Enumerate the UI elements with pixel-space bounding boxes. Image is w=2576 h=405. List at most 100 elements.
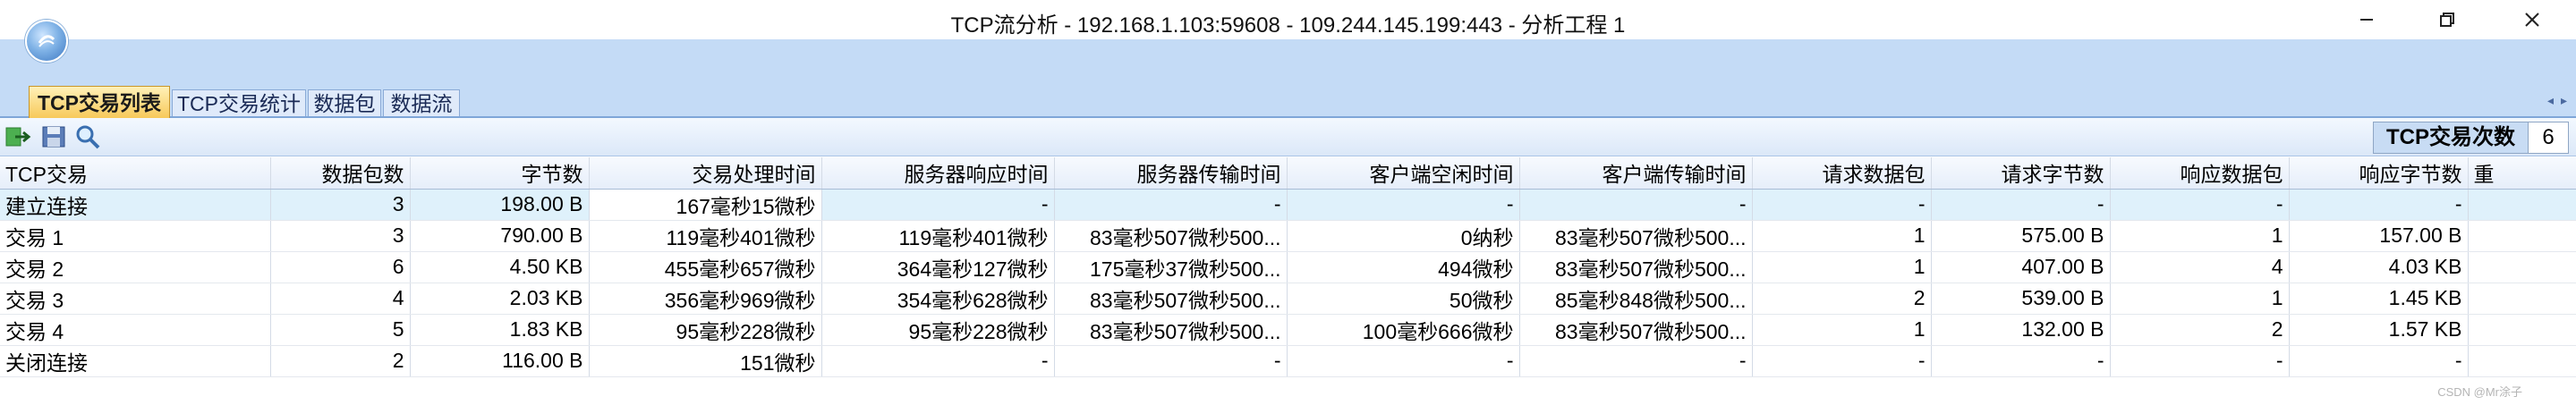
table-cell: 1.83 KB [410, 314, 590, 346]
table-cell: 83毫秒507微秒500... [1054, 283, 1288, 315]
table-cell: 95毫秒228微秒 [589, 314, 822, 346]
ribbon-area [0, 39, 2576, 86]
table-cell: 175毫秒37微秒500... [1054, 251, 1288, 283]
table-cell: 132.00 B [1931, 314, 2111, 346]
table-cell [2468, 283, 2576, 315]
table-cell: - [2289, 189, 2469, 221]
table-cell: - [1931, 345, 2111, 377]
tab-packets[interactable]: 数据包 [308, 89, 381, 116]
table-cell: 116.00 B [410, 345, 590, 377]
table-cell: 2 [2110, 314, 2290, 346]
table-cell: 790.00 B [410, 220, 590, 252]
table-cell: 83毫秒507微秒500... [1054, 314, 1288, 346]
tab-tcp-transaction-stats[interactable]: TCP交易统计 [172, 89, 306, 116]
table-cell: 167毫秒15微秒 [589, 189, 822, 221]
table-cell: - [1287, 189, 1520, 221]
table-cell: 198.00 B [410, 189, 590, 221]
table-row[interactable]: 交易 1 3 790.00 B 119毫秒401微秒 119毫秒401微秒 83毫秒507… [0, 220, 2576, 252]
table-cell: 2.03 KB [410, 283, 590, 315]
table-cell: - [1054, 345, 1288, 377]
table-cell: 交易 4 [0, 314, 271, 346]
table-cell: 1 [1752, 314, 1932, 346]
tab-data-flow[interactable]: 数据流 [383, 89, 460, 116]
toolbar: TCP交易次数 6 [0, 118, 2576, 156]
table-cell: - [2289, 345, 2469, 377]
table-cell: 4 [270, 283, 411, 315]
column-header[interactable]: 重 [2468, 157, 2576, 190]
table-cell: 1 [2110, 220, 2290, 252]
column-header[interactable]: 客户端传输时间 [1519, 157, 1753, 190]
table-cell [2468, 220, 2576, 252]
restore-button[interactable] [2407, 0, 2487, 39]
column-header[interactable]: 字节数 [410, 157, 590, 190]
column-header[interactable]: 服务器传输时间 [1054, 157, 1288, 190]
table-header-row: TCP交易 数据包数 字节数 交易处理时间 服务器响应时间 服务器传输时间 客户… [0, 157, 2576, 190]
search-icon [76, 125, 100, 149]
tab-tcp-transaction-list[interactable]: TCP交易列表 [29, 86, 170, 118]
table-cell: - [1054, 189, 1288, 221]
minimize-icon [2360, 19, 2373, 21]
export-button[interactable] [4, 123, 32, 150]
restore-icon [2440, 13, 2454, 27]
column-header[interactable]: 交易处理时间 [589, 157, 822, 190]
table-cell: 建立连接 [0, 189, 271, 221]
column-header[interactable]: 请求数据包 [1752, 157, 1932, 190]
table-row[interactable]: 关闭连接 2 116.00 B 151微秒 - - - - - - - - [0, 345, 2576, 377]
table-row[interactable]: 交易 3 4 2.03 KB 356毫秒969微秒 354毫秒628微秒 83毫秒507微… [0, 283, 2576, 315]
table-cell: 119毫秒401微秒 [821, 220, 1055, 252]
table-cell: 356毫秒969微秒 [589, 283, 822, 315]
transaction-count-label: TCP交易次数 [2374, 122, 2529, 153]
column-header[interactable]: 服务器响应时间 [821, 157, 1055, 190]
table-row[interactable]: 交易 2 6 4.50 KB 455毫秒657微秒 364毫秒127微秒 175毫秒37微… [0, 251, 2576, 283]
table-cell: 4.03 KB [2289, 251, 2469, 283]
table-cell: 1 [1752, 220, 1932, 252]
close-button[interactable] [2492, 0, 2572, 39]
table-cell [2468, 345, 2576, 377]
column-header[interactable]: 响应数据包 [2110, 157, 2290, 190]
transaction-count-value: 6 [2529, 122, 2568, 153]
table-cell: - [1519, 345, 1753, 377]
save-button[interactable] [39, 123, 68, 150]
close-icon [2525, 13, 2539, 27]
table-cell: 1.45 KB [2289, 283, 2469, 315]
table-cell: 539.00 B [1931, 283, 2111, 315]
table-cell: 2 [270, 345, 411, 377]
table-cell: - [1752, 345, 1932, 377]
table-cell: 交易 2 [0, 251, 271, 283]
search-button[interactable] [73, 123, 102, 150]
table-cell: 407.00 B [1931, 251, 2111, 283]
minimize-button[interactable] [2326, 0, 2407, 39]
table-cell: 交易 3 [0, 283, 271, 315]
table-cell: 354毫秒628微秒 [821, 283, 1055, 315]
table-row[interactable]: 建立连接 3 198.00 B 167毫秒15微秒 - - - - - - - - [0, 189, 2576, 221]
window-title: TCP流分析 - 192.168.1.103:59608 - 109.244.1… [950, 13, 1626, 38]
title-bar: TCP流分析 - 192.168.1.103:59608 - 109.244.1… [0, 0, 2576, 39]
table-cell: 157.00 B [2289, 220, 2469, 252]
tab-strip: TCP交易列表 TCP交易统计 数据包 数据流 ◂ ▸ [0, 86, 2576, 118]
column-header[interactable]: 数据包数 [270, 157, 411, 190]
table-cell: 455毫秒657微秒 [589, 251, 822, 283]
table-row[interactable]: 交易 4 5 1.83 KB 95毫秒228微秒 95毫秒228微秒 83毫秒507微秒5… [0, 314, 2576, 346]
table-cell: 5 [270, 314, 411, 346]
column-header[interactable]: 响应字节数 [2289, 157, 2469, 190]
table-cell: 1 [1752, 251, 1932, 283]
tab-scroll-arrows[interactable]: ◂ ▸ [2547, 93, 2569, 108]
table-cell: 交易 1 [0, 220, 271, 252]
watermark: CSDN @Mr涂子 [2437, 385, 2522, 399]
column-header[interactable]: 客户端空闲时间 [1287, 157, 1520, 190]
table-cell: - [2110, 189, 2290, 221]
table-cell: 3 [270, 220, 411, 252]
table-cell: - [1519, 189, 1753, 221]
table-cell: 83毫秒507微秒500... [1054, 220, 1288, 252]
table-cell: - [2110, 345, 2290, 377]
table-cell: 4.50 KB [410, 251, 590, 283]
column-header[interactable]: TCP交易 [0, 157, 271, 190]
table-cell: 151微秒 [589, 345, 822, 377]
tcp-transaction-table: TCP交易 数据包数 字节数 交易处理时间 服务器响应时间 服务器传输时间 客户… [0, 157, 2576, 377]
table-cell: 83毫秒507微秒500... [1519, 251, 1753, 283]
app-logo-icon[interactable] [25, 20, 68, 63]
save-icon [42, 126, 65, 148]
table-cell: - [1287, 345, 1520, 377]
table-cell: 95毫秒228微秒 [821, 314, 1055, 346]
column-header[interactable]: 请求字节数 [1931, 157, 2111, 190]
